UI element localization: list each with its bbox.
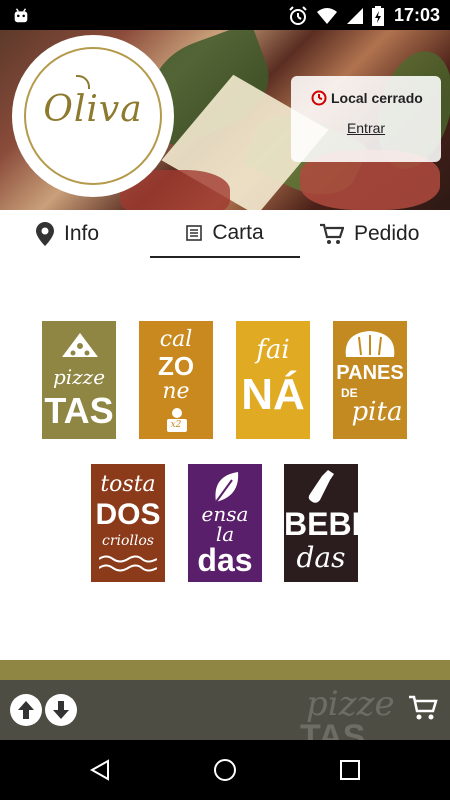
back-icon[interactable] — [88, 758, 112, 782]
store-status-card: Local cerrado Entrar — [291, 76, 441, 162]
arrow-down-icon — [53, 701, 69, 719]
restaurant-logo: Oliva — [12, 35, 174, 197]
status-bar: 17:03 — [0, 0, 450, 30]
tab-carta-label: Carta — [212, 221, 264, 244]
menu-line: PANES — [336, 362, 404, 384]
menu-line: fai — [256, 335, 290, 365]
cart-button[interactable] — [408, 692, 438, 722]
system-nav-bar — [0, 740, 450, 800]
signal-icon — [347, 8, 363, 24]
menu-category-panes-de-pita[interactable]: PANES DE pita — [333, 321, 407, 439]
menu-line: das — [296, 541, 346, 574]
tab-carta[interactable]: Carta — [150, 210, 300, 258]
menu-line: ne — [162, 379, 190, 404]
bread-icon — [345, 331, 395, 357]
home-icon[interactable] — [213, 758, 237, 782]
store-status-text: Local cerrado — [331, 90, 423, 106]
menu-line: la — [215, 522, 235, 546]
menu-category-bebidas[interactable]: BEBI das — [284, 464, 358, 582]
logo-text: Oliva — [43, 89, 143, 130]
wifi-icon — [317, 8, 337, 24]
pizza-slice-icon — [62, 333, 98, 357]
menu-line: ZO — [157, 351, 195, 381]
menu-line: ensa — [201, 502, 249, 526]
alarm-icon — [289, 6, 307, 25]
menu-line: BEBI — [284, 506, 358, 542]
menu-line: x2 — [170, 420, 182, 430]
menu-category-faina[interactable]: fai NÁ — [236, 321, 310, 439]
cart-icon — [320, 223, 344, 244]
tab-bar: Info Carta Pedido — [0, 210, 450, 258]
tab-info-label: Info — [64, 222, 100, 245]
battery-icon — [372, 6, 384, 26]
ghost-category-label: TAS — [300, 718, 366, 740]
android-icon — [14, 8, 28, 23]
menu-line: pizze — [52, 365, 106, 389]
category-band — [0, 660, 450, 680]
scroll-down-button[interactable] — [45, 694, 77, 726]
menu-line: cal — [159, 327, 193, 352]
list-icon — [186, 225, 203, 241]
menu-line: DOS — [95, 498, 161, 531]
menu-line: das — [197, 542, 253, 578]
menu-line: pita — [351, 397, 403, 427]
menu-line: criollos — [101, 533, 154, 549]
clock-icon — [311, 90, 327, 106]
location-icon — [36, 222, 54, 246]
bottom-toolbar: pizze TAS — [0, 680, 450, 740]
menu-category-ensaladas[interactable]: ensa la das — [188, 464, 262, 582]
clock-time: 17:03 — [393, 5, 440, 25]
arrow-up-icon — [18, 701, 34, 719]
menu-category-pizzetas[interactable]: pizze TAS — [42, 321, 116, 439]
menu-line: TAS — [44, 390, 114, 431]
bottle-icon — [308, 470, 334, 503]
waves-icon — [99, 555, 157, 572]
leaf-icon — [215, 472, 239, 503]
menu-line: tosta — [100, 472, 156, 497]
menu-category-tostados-criollos[interactable]: tosta DOS criollos — [91, 464, 165, 582]
menu-line: NÁ — [241, 370, 305, 419]
recents-icon[interactable] — [338, 758, 362, 782]
tab-pedido[interactable]: Pedido — [320, 210, 419, 258]
menu-category-calzone[interactable]: cal ZO ne x2 — [139, 321, 213, 439]
tab-info[interactable]: Info — [36, 210, 99, 258]
tab-pedido-label: Pedido — [354, 222, 420, 245]
enter-link[interactable]: Entrar — [291, 120, 441, 136]
scroll-up-button[interactable] — [10, 694, 42, 726]
